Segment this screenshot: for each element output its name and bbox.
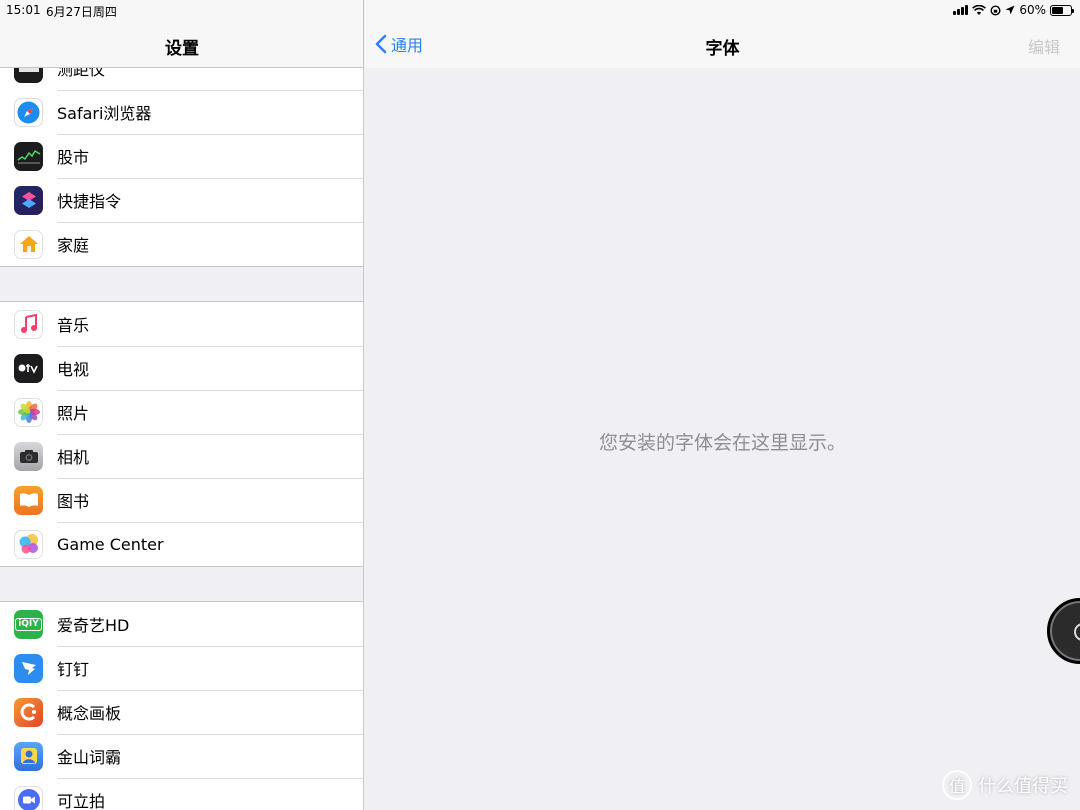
sidebar-item-label: Game Center — [57, 534, 164, 554]
edit-button[interactable]: 编辑 — [1028, 34, 1060, 58]
powerword-icon — [14, 741, 43, 771]
sidebar-item-label: 爱奇艺HD — [57, 616, 130, 635]
sidebar-item-tv[interactable]: 电视 — [0, 346, 363, 390]
sidebar-item-label: 相机 — [57, 448, 90, 467]
dingtalk-icon — [14, 653, 43, 683]
status-bar: 15:01 6月27日周四 60% — [0, 0, 1080, 20]
tv-icon — [14, 353, 43, 383]
battery-icon — [1050, 4, 1074, 16]
sidebar-item-label: 可立拍 — [57, 792, 106, 810]
sidebar-item-label: 股市 — [57, 148, 90, 167]
sidebar-item-label: 电视 — [57, 360, 90, 379]
sidebar-item-shortcuts[interactable]: 快捷指令 — [0, 178, 363, 222]
sidebar-item-camera[interactable]: 相机 — [0, 434, 363, 478]
sidebar-item-label: 金山词霸 — [57, 748, 122, 767]
music-icon — [14, 309, 43, 339]
concepts-icon — [14, 697, 43, 727]
settings-group-2: 音乐 电视 照片 相机 图书 Game Center — [0, 301, 363, 567]
settings-title: 设置 — [165, 39, 199, 59]
safari-icon — [14, 97, 43, 127]
battery-percent: 60% — [1019, 3, 1046, 17]
status-indicators: 60% — [953, 3, 1074, 17]
sidebar-item-label: 音乐 — [57, 316, 90, 335]
sidebar-item-concepts[interactable]: 概念画板 — [0, 690, 363, 734]
sidebar-item-safari[interactable]: Safari浏览器 — [0, 90, 363, 134]
watermark-text: 什么值得买 — [978, 776, 1068, 797]
sidebar-item-label: 图书 — [57, 492, 90, 511]
settings-list[interactable]: 测距仪 Safari浏览器 股市 快捷指令 家庭 音乐 电视 照片 相机 图书 … — [0, 46, 363, 810]
page-title: 字体 — [705, 39, 740, 59]
camera-icon — [14, 441, 43, 471]
settings-group-1: 测距仪 Safari浏览器 股市 快捷指令 家庭 — [0, 46, 363, 267]
sidebar-item-books[interactable]: 图书 — [0, 478, 363, 522]
assistive-touch-icon — [1074, 623, 1080, 641]
clips-icon — [14, 785, 43, 810]
watermark-logo-icon: 值 — [942, 770, 972, 800]
settings-group-3: iQIY 爱奇艺HD 钉钉 概念画板 金山词霸 可立拍 — [0, 601, 363, 810]
sidebar-item-powerword[interactable]: 金山词霸 — [0, 734, 363, 778]
photos-icon — [14, 397, 43, 427]
sidebar-item-game-center[interactable]: Game Center — [0, 522, 363, 566]
sidebar-item-label: 钉钉 — [57, 660, 90, 679]
wifi-icon — [972, 4, 987, 15]
game-center-icon — [14, 529, 43, 559]
sidebar-item-label: 家庭 — [57, 236, 90, 255]
sidebar-item-label: 快捷指令 — [57, 192, 122, 211]
sidebar-item-label: Safari浏览器 — [57, 104, 152, 123]
sidebar-item-music[interactable]: 音乐 — [0, 302, 363, 346]
detail-pane: 通用 字体 编辑 您安装的字体会在这里显示。 — [365, 0, 1080, 810]
iqiyi-icon: iQIY — [14, 609, 43, 639]
location-icon — [1005, 5, 1015, 15]
sidebar-item-label: 概念画板 — [57, 704, 122, 723]
sidebar-item-iqiyi[interactable]: iQIY 爱奇艺HD — [0, 602, 363, 646]
empty-state-message: 您安装的字体会在这里显示。 — [598, 432, 846, 454]
sidebar-item-home[interactable]: 家庭 — [0, 222, 363, 266]
books-icon — [14, 485, 43, 515]
sidebar-item-clips[interactable]: 可立拍 — [0, 778, 363, 810]
status-time: 15:01 — [6, 3, 41, 17]
watermark: 值 什么值得买 — [942, 770, 1068, 800]
shortcuts-icon — [14, 185, 43, 215]
settings-sidebar: 设置 测距仪 Safari浏览器 股市 快捷指令 家庭 音乐 电视 照片 相机 … — [0, 0, 364, 810]
sidebar-item-dingtalk[interactable]: 钉钉 — [0, 646, 363, 690]
sidebar-item-photos[interactable]: 照片 — [0, 390, 363, 434]
orientation-lock-icon — [990, 4, 1001, 16]
cellular-signal-icon — [953, 5, 969, 15]
sidebar-item-label: 照片 — [57, 404, 90, 423]
battery-fill — [1052, 6, 1063, 14]
status-date: 6月27日周四 — [46, 5, 117, 19]
stocks-icon — [14, 141, 43, 171]
sidebar-item-stocks[interactable]: 股市 — [0, 134, 363, 178]
home-icon — [14, 229, 43, 259]
